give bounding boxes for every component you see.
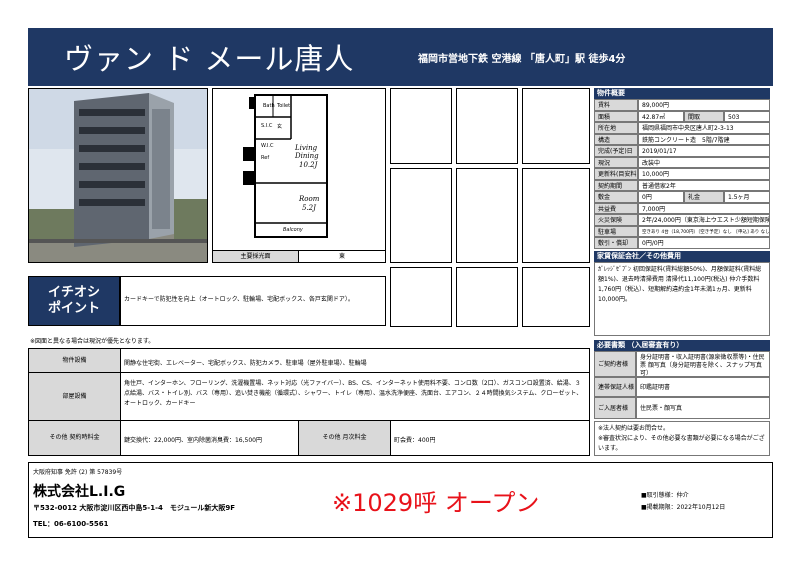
image-slot-5 — [456, 168, 518, 263]
bath-label: Bath — [263, 103, 275, 109]
property-title: ヴァン ド メール唐人 — [64, 42, 355, 76]
overview-value: 0円/0円 — [638, 237, 770, 249]
building-image — [29, 89, 207, 262]
entrance-label: 玄 — [277, 124, 283, 130]
building-photo — [28, 88, 208, 263]
overview-value: 7,000円 — [638, 202, 770, 214]
overview-value: 普通借家2年 — [638, 179, 770, 191]
equipment-label: 物件設備 — [29, 349, 121, 373]
company-tel: TEL：06-6100-5561 — [33, 520, 109, 528]
room-equipment-value: 角住戸、インターホン、フローリング、洗濯機置場、ネット対応（光ファイバー）、BS… — [121, 373, 589, 421]
room-label: Room — [299, 195, 320, 203]
overview-value: 89,000円 — [638, 99, 770, 111]
overview-value: 2年/24,000円（東京海上ウエスト少額短期保険） — [638, 214, 770, 226]
overview-value: 0円 — [638, 191, 684, 203]
overview-value: 10,000円 — [638, 168, 770, 180]
contract-fee-label: その他 契約時料金 — [29, 421, 121, 455]
lighting-label: 主要採光面 — [213, 250, 299, 262]
living-dining-size: 10.2J — [299, 161, 318, 169]
floor-plan: Bath Toilet S.I.C 玄 W.I.C Ref Living Din… — [212, 88, 386, 263]
doc-value-contractor: 身分証明書・収入証明書(源泉徴収票等)・住民票 顔写真（身分証明書を除く、スナッ… — [636, 351, 770, 377]
image-slot-7 — [390, 267, 452, 327]
features-table: 物件設備 関静な住宅街、エレベーター、宅配ボックス、防犯カメラ、駐車場（屋外駐車… — [28, 348, 590, 456]
overview-label: 現況 — [594, 156, 638, 168]
guarantee-heading: 家賃保証会社／その他費用 — [594, 251, 770, 262]
header-banner: ヴァン ド メール唐人 福岡市営地下鉄 空港線 「唐人町」駅 徒歩4分 — [28, 28, 773, 86]
living-dining-label: Living Dining — [295, 144, 319, 160]
sic-label: S.I.C — [261, 123, 273, 129]
image-slot-4 — [390, 168, 452, 263]
station-info: 福岡市営地下鉄 空港線 「唐人町」駅 徒歩4分 — [418, 54, 626, 65]
documents-heading: 必要書類 （入居審査有り） — [594, 340, 770, 351]
overview-value-secondary: 1.5ヶ月 — [724, 191, 770, 203]
doc-label-resident: ご入居者様 — [594, 397, 636, 419]
listing-deadline: ■掲載期限：2022年10月12日 — [641, 504, 726, 511]
lighting-value: 東 — [299, 250, 385, 262]
company-address: 〒532-0012 大阪市淀川区西中島5-1-4 モジュール新大阪9F — [33, 504, 236, 512]
equipment-value: 関静な住宅街、エレベーター、宅配ボックス、防犯カメラ、駐車場（屋外駐車場）、駐輪… — [121, 349, 589, 373]
overview-value: 改装中 — [638, 156, 770, 168]
doc-value-guarantor: 印鑑証明書 — [636, 377, 770, 397]
overview-label: 所在地 — [594, 122, 638, 134]
image-slot-8 — [456, 267, 518, 327]
overview-table: 賃料 89,000円 面積 42.87㎡ 間取 503 所在地 福岡県福岡市中央区唐人町2-3… — [594, 99, 770, 249]
promo-text: カードキーで防犯性を向上（オートロック、駐輪場、宅配ボックス、各戸玄関ドア）。 — [120, 276, 386, 326]
overview-label: 完成(予定)日 — [594, 145, 638, 157]
toilet-label: Toilet — [277, 103, 291, 109]
overview-label: 構造 — [594, 133, 638, 145]
image-slot-1 — [390, 88, 452, 164]
license-text: 大阪府知事 免許 (2) 第 57839号 — [33, 469, 123, 476]
overview-label: 火災保険 — [594, 214, 638, 226]
open-announcement: ※1029呼 オープン — [332, 489, 540, 517]
image-slot-9 — [522, 267, 590, 327]
guarantee-text: ｶﾞﾚｯｼﾞｾﾞﾌﾞﾝ 初回保証料(賃料総額50%)、月額保証料(賃料総額1%)… — [594, 262, 770, 336]
trade-type: ■取引態様：仲介 — [641, 492, 689, 499]
contract-fee-value: 鍵交換代：22,000円、室内除菌消臭費：16,500円 — [121, 421, 299, 455]
monthly-fee-label: その他 月次料金 — [299, 421, 391, 455]
ref-label: Ref — [261, 155, 270, 161]
overview-label: 共益費 — [594, 202, 638, 214]
overview-value-secondary: 503 — [724, 110, 770, 122]
overview-label: 敷引・償却 — [594, 237, 638, 249]
image-slot-6 — [522, 168, 590, 263]
doc-label-guarantor: 連帯保証人様 — [594, 377, 636, 397]
overview-heading: 物件概要 — [594, 88, 770, 99]
overview-value: 2019/01/17 — [638, 145, 770, 157]
company-name: 株式会社L.I.G — [33, 484, 126, 500]
image-slot-3 — [522, 88, 590, 164]
documents-table: ご契約者様 身分証明書・収入証明書(源泉徴収票等)・住民票 顔写真（身分証明書を… — [594, 351, 770, 421]
balcony-label: Balcony — [283, 227, 303, 233]
overview-label-secondary: 間取 — [684, 110, 724, 122]
wic-label: W.I.C — [261, 143, 274, 149]
promo-label-box: イチオシ ポイント — [28, 276, 120, 326]
overview-label-secondary: 礼金 — [684, 191, 724, 203]
overview-value: 空きあり 4台（18,700円）〔空き予定〕なし [申込] あり なし — [638, 225, 770, 237]
promo-label-line1: イチオシ — [47, 285, 100, 300]
room-equipment-label: 部屋設備 — [29, 373, 121, 421]
doc-label-contractor: ご契約者様 — [594, 351, 636, 377]
overview-label: 敷金 — [594, 191, 638, 203]
promo-label-line2: ポイント — [47, 301, 100, 316]
overview-value: 鉄筋コンクリート造 5階/7階建 — [638, 133, 770, 145]
image-slot-2 — [456, 88, 518, 164]
overview-value: 42.87㎡ — [638, 110, 684, 122]
overview-label: 更新料(目安料) — [594, 168, 638, 180]
footer: 大阪府知事 免許 (2) 第 57839号 株式会社L.I.G 〒532-001… — [28, 462, 773, 538]
documents-note: ※法人契約は要お問合せ。 ※審査状況により、その他必要な書類が必要になる場合がご… — [594, 421, 770, 456]
room-size: 5.2J — [302, 204, 316, 212]
overview-label: 駐車場 — [594, 225, 638, 237]
monthly-fee-value: 町会費：400円 — [394, 437, 436, 444]
overview-label: 面積 — [594, 110, 638, 122]
overview-value: 福岡県福岡市中央区唐人町2-3-13 — [638, 122, 770, 134]
notice-text: ※図面と異なる場合は現況が優先となります。 — [30, 338, 155, 345]
overview-label: 賃料 — [594, 99, 638, 111]
overview-label: 契約期間 — [594, 179, 638, 191]
doc-value-resident: 住民票・顔写真 — [636, 397, 770, 419]
